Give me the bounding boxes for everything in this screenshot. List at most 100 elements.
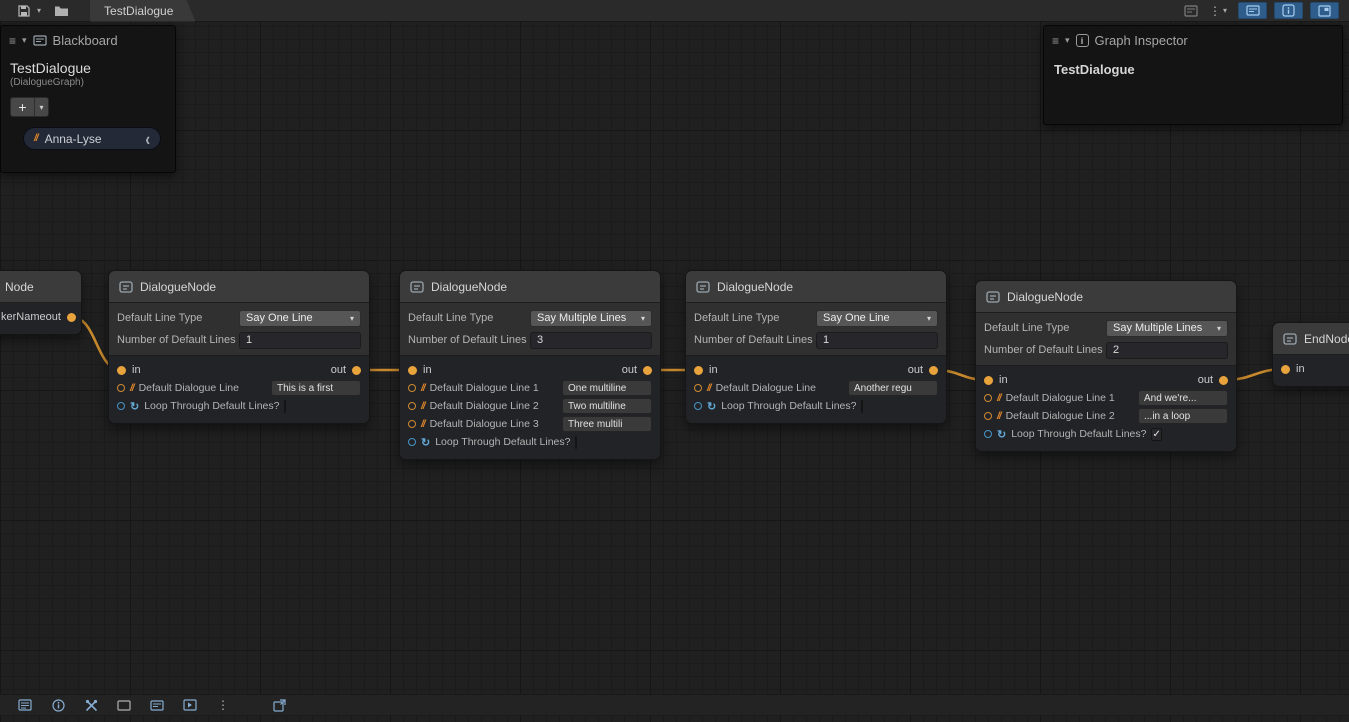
hamburger-icon[interactable]: ≡ bbox=[9, 34, 16, 48]
external-panel-button[interactable] bbox=[268, 697, 290, 714]
out-port[interactable] bbox=[643, 366, 652, 375]
minimap-toggle-button[interactable] bbox=[1310, 2, 1339, 19]
info-button[interactable] bbox=[47, 697, 69, 714]
add-dropdown-caret-icon[interactable]: ▾ bbox=[35, 103, 48, 112]
out-port[interactable] bbox=[929, 366, 938, 375]
chevron-left-icon[interactable]: ‹ bbox=[145, 128, 150, 149]
dropdown-caret-icon: ▾ bbox=[1213, 324, 1221, 333]
num-lines-field[interactable]: 3 bbox=[530, 332, 652, 349]
frame-button[interactable] bbox=[113, 697, 135, 714]
node-title-bar[interactable]: DialogueNode bbox=[109, 271, 369, 303]
blackboard-button[interactable] bbox=[146, 697, 168, 714]
node-title-bar[interactable]: EndNode bbox=[1273, 323, 1349, 355]
bottom-toolbar: ⋮ bbox=[0, 694, 1349, 715]
blackboard-icon bbox=[150, 700, 164, 711]
out-port[interactable] bbox=[352, 366, 361, 375]
plus-icon: + bbox=[11, 98, 34, 116]
in-port[interactable] bbox=[1281, 365, 1290, 374]
out-port[interactable] bbox=[1219, 376, 1228, 385]
collapse-caret-icon[interactable]: ▾ bbox=[1065, 35, 1070, 46]
dialogue-node-3[interactable]: DialogueNode Default Line Type Say One L… bbox=[685, 270, 947, 424]
bool-port[interactable] bbox=[984, 430, 992, 438]
quote-icon: // bbox=[34, 133, 38, 144]
dialogue-line-field[interactable]: One multiline bbox=[562, 380, 652, 396]
in-port[interactable] bbox=[984, 376, 993, 385]
dialogue-line-field[interactable]: Another regu bbox=[848, 380, 938, 396]
line-type-dropdown[interactable]: Say One Line ▾ bbox=[816, 310, 938, 327]
out-port-label: out bbox=[46, 311, 61, 323]
panel-play-button[interactable] bbox=[179, 697, 201, 714]
graph-inspector-panel: ≡ ▾ i Graph Inspector TestDialogue bbox=[1043, 25, 1343, 125]
in-port[interactable] bbox=[408, 366, 417, 375]
loop-checkbox[interactable] bbox=[284, 400, 286, 413]
loop-checkbox[interactable] bbox=[575, 436, 577, 449]
loop-checkbox[interactable]: ✓ bbox=[1151, 428, 1161, 441]
collapse-caret-icon[interactable]: ▾ bbox=[22, 35, 27, 46]
num-lines-field[interactable]: 2 bbox=[1106, 342, 1228, 359]
save-dropdown-caret-icon[interactable]: ▾ bbox=[37, 6, 41, 15]
loop-checkbox[interactable] bbox=[861, 400, 863, 413]
dialogue-line-field[interactable]: Two multiline bbox=[562, 398, 652, 414]
node-title-bar[interactable]: DialogueNode bbox=[976, 281, 1236, 313]
inspector-graph-name: TestDialogue bbox=[1044, 52, 1342, 77]
dialogue-node-icon bbox=[119, 280, 133, 294]
quote-icon: // bbox=[130, 383, 134, 394]
line-port[interactable] bbox=[984, 394, 992, 402]
more-button[interactable]: ⋮ bbox=[212, 697, 234, 714]
bool-port[interactable] bbox=[694, 402, 702, 410]
out-port-label: out bbox=[331, 364, 346, 376]
open-folder-button[interactable] bbox=[51, 2, 71, 20]
dots-icon: ⋮ bbox=[217, 698, 229, 712]
dialogue-node-2[interactable]: DialogueNode Default Line Type Say Multi… bbox=[399, 270, 661, 460]
partial-node[interactable]: Node kerName out bbox=[0, 270, 82, 335]
bool-port[interactable] bbox=[408, 438, 416, 446]
line-port[interactable] bbox=[694, 384, 702, 392]
line-port[interactable] bbox=[117, 384, 125, 392]
line-port[interactable] bbox=[984, 412, 992, 420]
dialogue-line-field[interactable]: And we're... bbox=[1138, 390, 1228, 406]
field-label: Anna-Lyse bbox=[45, 132, 102, 146]
tools-button[interactable] bbox=[80, 697, 102, 714]
top-toolbar: ▾ TestDialogue ⋮ ▾ bbox=[0, 0, 1349, 22]
node-title: DialogueNode bbox=[140, 280, 216, 294]
line-type-dropdown[interactable]: Say Multiple Lines ▾ bbox=[530, 310, 652, 327]
hamburger-icon[interactable]: ≡ bbox=[1052, 34, 1059, 48]
dialogue-node-4[interactable]: DialogueNode Default Line Type Say Multi… bbox=[975, 280, 1237, 452]
num-lines-field[interactable]: 1 bbox=[239, 332, 361, 349]
bool-port[interactable] bbox=[117, 402, 125, 410]
node-title: DialogueNode bbox=[1007, 290, 1083, 304]
mini-panel-icon[interactable] bbox=[1184, 5, 1198, 17]
dropdown-caret-icon: ▾ bbox=[346, 314, 354, 323]
dialogue-line-label: Default Dialogue Line 2 bbox=[1006, 410, 1115, 422]
inspector-toggle-button[interactable] bbox=[1274, 2, 1303, 19]
save-button[interactable] bbox=[14, 2, 34, 20]
overflow-menu-button[interactable]: ⋮ ▾ bbox=[1205, 2, 1231, 19]
console-button[interactable] bbox=[14, 697, 36, 714]
line-port[interactable] bbox=[408, 420, 416, 428]
line-type-dropdown[interactable]: Say Multiple Lines ▾ bbox=[1106, 320, 1228, 337]
dialogue-line-field[interactable]: This is a first bbox=[271, 380, 361, 396]
dialogue-line-label: Default Dialogue Line bbox=[139, 382, 239, 394]
line-port[interactable] bbox=[408, 384, 416, 392]
add-field-button[interactable]: + ▾ bbox=[10, 97, 49, 117]
graph-tab[interactable]: TestDialogue bbox=[90, 0, 195, 22]
blackboard-field-anna-lyse[interactable]: // Anna-Lyse ‹ bbox=[23, 127, 161, 150]
blackboard-toggle-button[interactable] bbox=[1238, 2, 1267, 19]
in-port[interactable] bbox=[694, 366, 703, 375]
save-icon bbox=[17, 4, 31, 18]
node-title-bar[interactable]: DialogueNode bbox=[400, 271, 660, 303]
line-type-label: Default Line Type bbox=[408, 312, 530, 324]
node-title-bar[interactable]: Node bbox=[0, 271, 81, 303]
out-port[interactable] bbox=[67, 313, 76, 322]
node-title-bar[interactable]: DialogueNode bbox=[686, 271, 946, 303]
dialogue-line-field[interactable]: Three multili bbox=[562, 416, 652, 432]
graph-inspector-title: Graph Inspector bbox=[1095, 33, 1188, 48]
line-port[interactable] bbox=[408, 402, 416, 410]
line-type-dropdown[interactable]: Say One Line ▾ bbox=[239, 310, 361, 327]
end-node[interactable]: EndNode in bbox=[1272, 322, 1349, 387]
in-port[interactable] bbox=[117, 366, 126, 375]
dialogue-line-field[interactable]: ...in a loop bbox=[1138, 408, 1228, 424]
dialogue-node-1[interactable]: DialogueNode Default Line Type Say One L… bbox=[108, 270, 370, 424]
num-lines-label: Number of Default Lines bbox=[408, 334, 530, 346]
num-lines-field[interactable]: 1 bbox=[816, 332, 938, 349]
